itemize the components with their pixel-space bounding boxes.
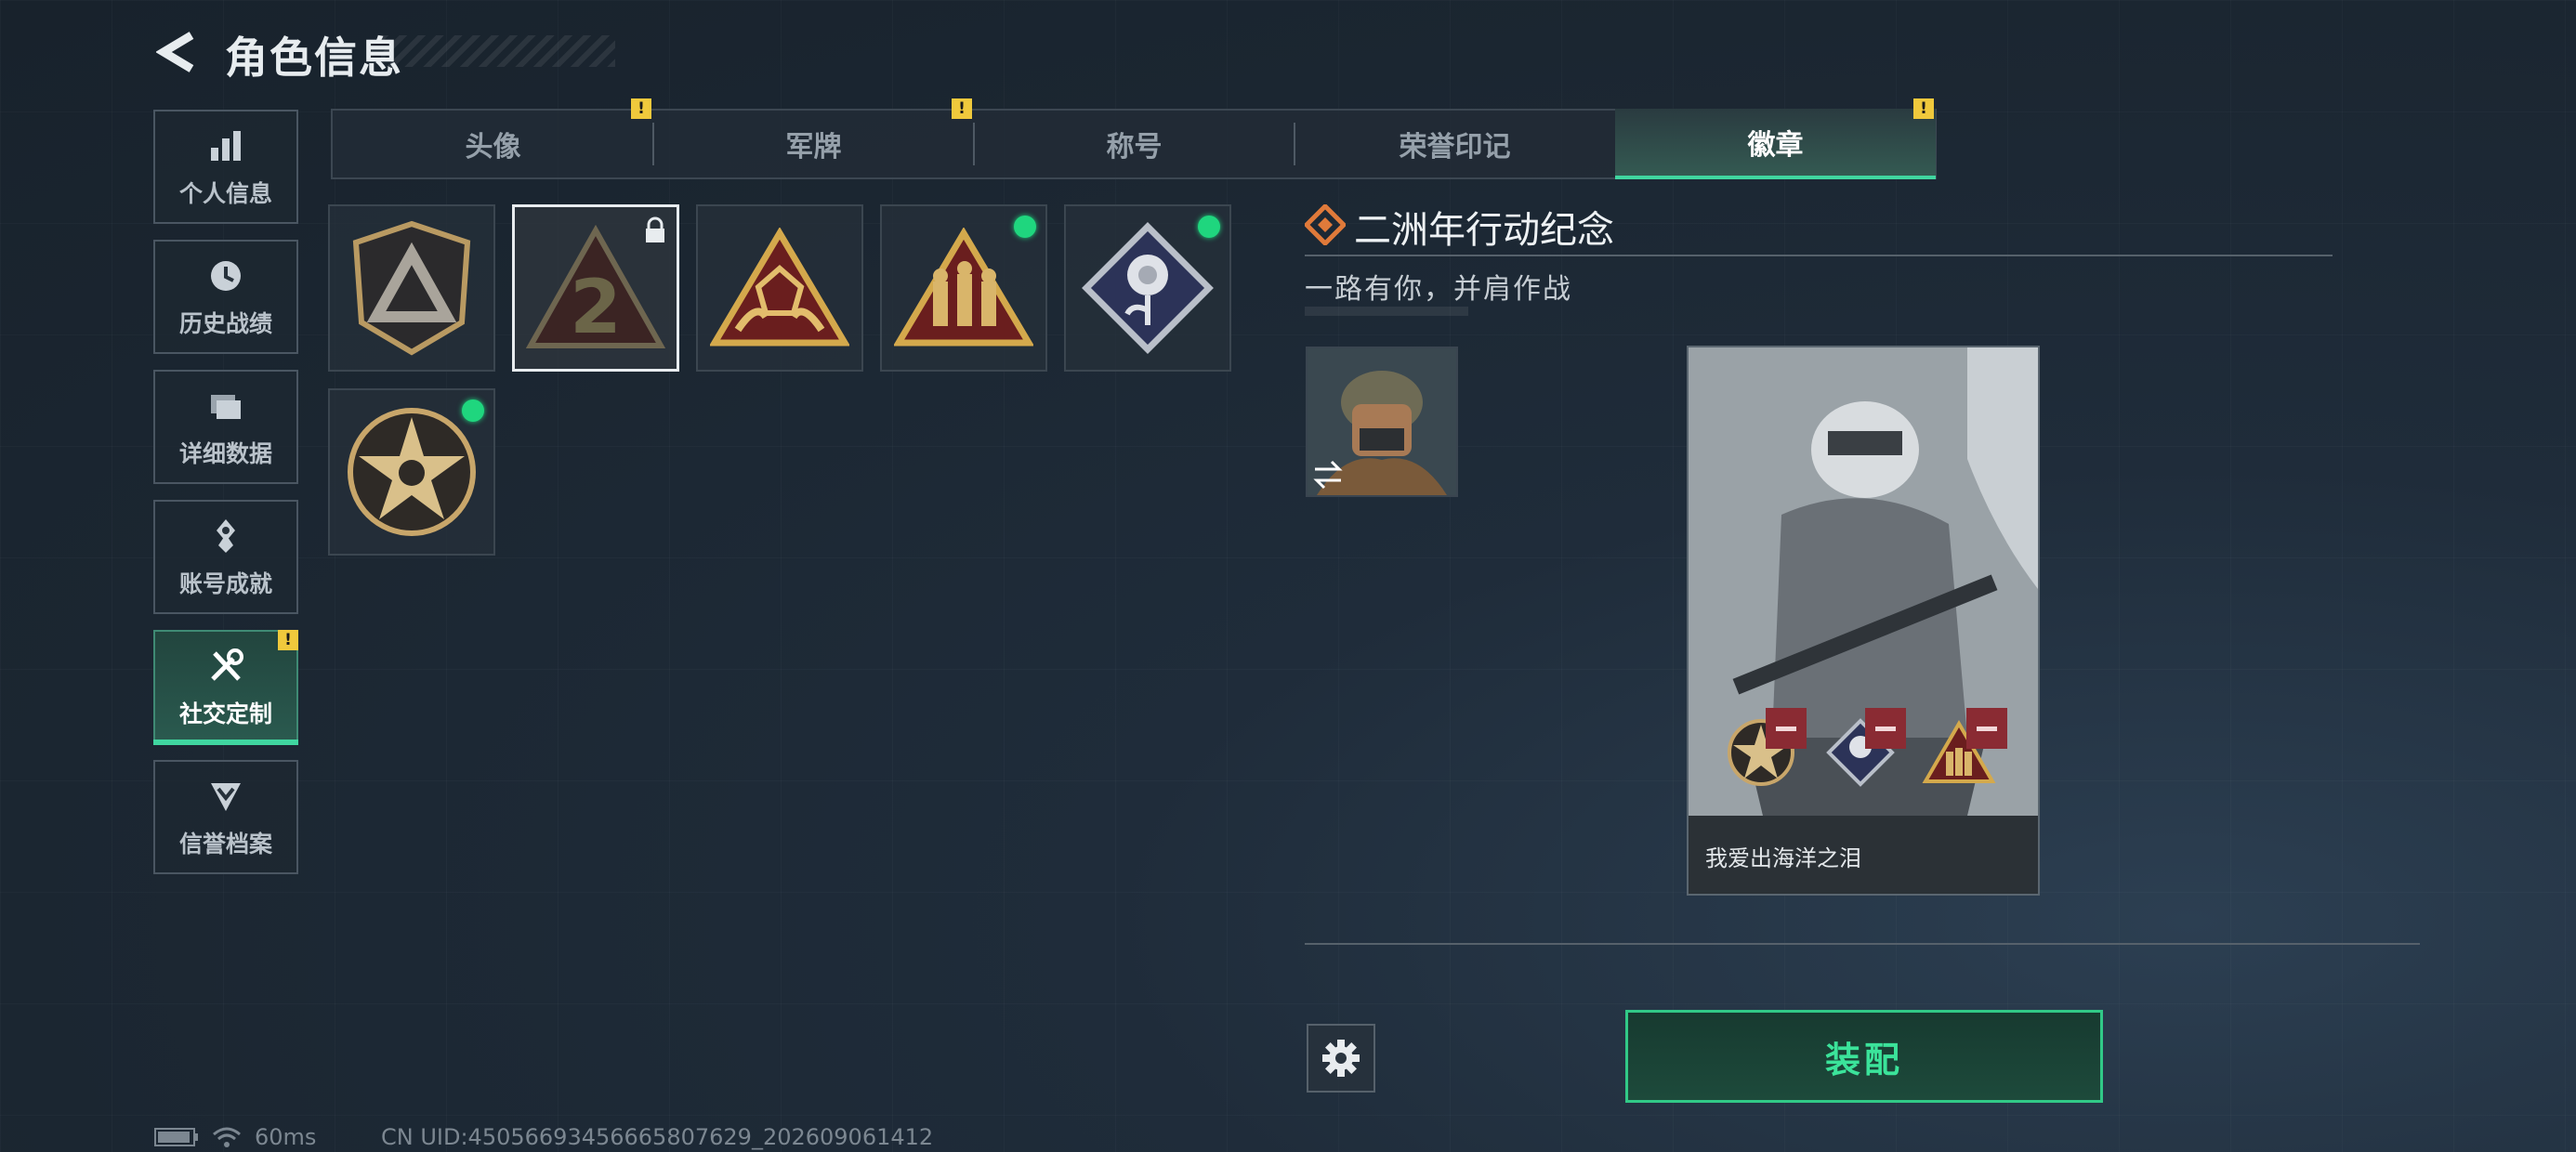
title-underline (1305, 255, 2333, 256)
nav-personal-info[interactable]: 个人信息 (153, 110, 298, 224)
tab-avatar[interactable]: 头像 (333, 109, 653, 179)
medal-icon (205, 516, 246, 556)
nav-label: 个人信息 (178, 179, 272, 207)
badge-description: 一路有你，并肩作战 (1305, 273, 1572, 306)
nav-label: 信誉档案 (178, 830, 272, 857)
settings-button[interactable] (1307, 1024, 1375, 1093)
nav-achievements[interactable]: 账号成就 (153, 500, 298, 614)
nav-label: 社交定制 (178, 700, 272, 727)
new-indicator (1014, 216, 1036, 238)
new-indicator (1198, 216, 1220, 238)
wifi-icon (213, 1127, 241, 1147)
nav-reputation[interactable]: 信誉档案 (153, 760, 298, 874)
shield-chevron-icon (205, 776, 246, 817)
tab-dog-tag[interactable]: 军牌 (653, 109, 974, 179)
nav-label: 账号成就 (178, 569, 272, 597)
remove-badge-button-3[interactable] (1966, 708, 2007, 749)
avatar-portrait[interactable] (1306, 347, 1458, 497)
shield-badge-icon (352, 220, 471, 356)
nav-detailed-data[interactable]: 详细数据 (153, 370, 298, 484)
card-player-name: 我爱出海洋之泪 (1705, 845, 1861, 871)
star-skull-badge-icon (348, 408, 476, 536)
nav-label: 历史战绩 (178, 309, 272, 337)
back-button[interactable] (151, 26, 203, 78)
tab-warning-dog-tag: ! (952, 98, 972, 119)
tab-honor-mark[interactable]: 荣誉印记 (1295, 109, 1615, 179)
nav-social-custom[interactable]: 社交定制 ! (153, 630, 298, 744)
status-bar: 60ms (154, 1124, 316, 1150)
remove-badge-button-2[interactable] (1865, 708, 1906, 749)
equip-button[interactable]: 装配 (1625, 1010, 2103, 1103)
badge-cell-shield[interactable] (328, 204, 495, 372)
battery-icon (154, 1128, 198, 1146)
folder-icon (205, 386, 246, 426)
diamond-icon (1303, 203, 1347, 249)
bar-chart-icon (205, 125, 246, 166)
badge-cell-number-2[interactable]: 2 (512, 204, 679, 372)
hands-crystal-badge-icon (710, 228, 849, 347)
title-decoration (381, 35, 615, 67)
player-uid: CN UID:4505669345666580762​9_20260906141… (381, 1124, 934, 1150)
tab-warning-avatar: ! (631, 98, 651, 119)
tools-icon (205, 646, 246, 687)
badge-cell-star-skull[interactable] (328, 388, 495, 556)
tab-badges[interactable]: 徽章 (1615, 109, 1936, 179)
ping-value: 60ms (255, 1124, 317, 1150)
lock-icon (643, 216, 667, 248)
active-indicator (153, 740, 298, 745)
decorative-bar (1305, 307, 1468, 316)
profile-card: 我爱出海洋之泪 (1687, 346, 2040, 896)
new-indicator (462, 399, 484, 422)
badge-name: 二洲年行动纪念 (1354, 209, 1614, 252)
back-arrow-icon (156, 32, 194, 72)
warning-badge: ! (278, 630, 298, 650)
tab-title[interactable]: 称号 (974, 109, 1295, 179)
swap-icon (1311, 458, 1345, 495)
section-divider (1305, 943, 2420, 945)
badge-cell-hands-crystal[interactable] (696, 204, 863, 372)
soldiers-badge-icon (894, 228, 1033, 347)
tab-warning-badges: ! (1913, 98, 1934, 119)
badge-cell-rose[interactable] (1064, 204, 1231, 372)
clock-icon (205, 255, 246, 296)
nav-history[interactable]: 历史战绩 (153, 240, 298, 354)
svg-text:2: 2 (570, 264, 622, 350)
rose-badge-icon (1082, 222, 1214, 354)
nav-label: 详细数据 (178, 439, 272, 467)
badge-cell-soldiers[interactable] (880, 204, 1047, 372)
remove-badge-button-1[interactable] (1766, 708, 1807, 749)
page-title: 角色信息 (225, 33, 403, 83)
gear-icon (1322, 1040, 1360, 1077)
